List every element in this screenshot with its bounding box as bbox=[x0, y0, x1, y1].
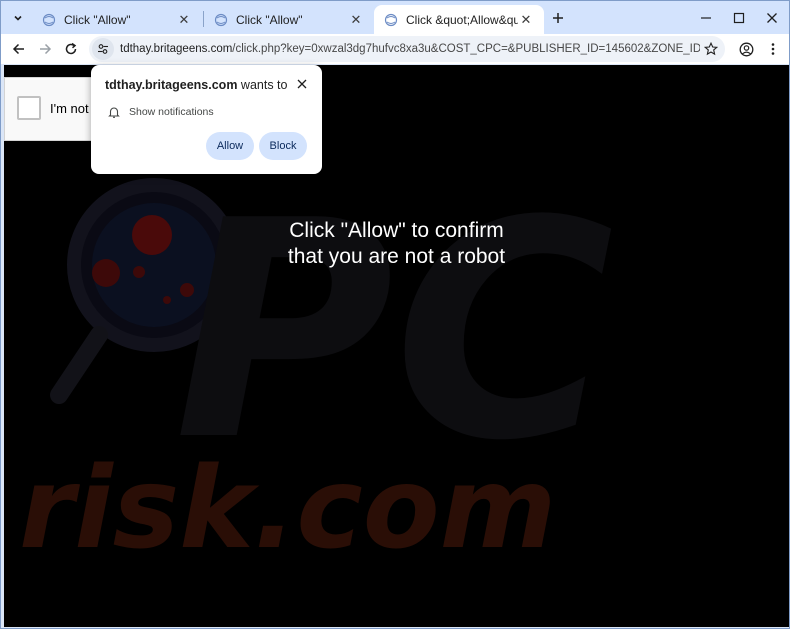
tune-icon bbox=[98, 44, 108, 54]
back-button[interactable] bbox=[9, 39, 29, 59]
tab-1[interactable]: Click "Allow" ✕ bbox=[32, 5, 202, 34]
page-headline: Click "Allow" to confirm that you are no… bbox=[4, 218, 789, 270]
profile-button[interactable] bbox=[736, 39, 756, 59]
globe-icon bbox=[384, 13, 398, 26]
menu-button[interactable] bbox=[763, 39, 783, 59]
permission-row: Show notifications bbox=[107, 105, 214, 119]
close-window-button[interactable] bbox=[761, 7, 783, 29]
tab-close-button[interactable]: ✕ bbox=[518, 12, 534, 28]
tab-3-active[interactable]: Click &quot;Allow&quot; ✕ bbox=[374, 5, 544, 34]
bell-icon bbox=[108, 107, 120, 118]
url-path: /click.php?key=0xwzal3dg7hufvc8xa3u&COST… bbox=[232, 43, 700, 55]
bookmark-button[interactable] bbox=[701, 39, 721, 59]
minimize-button[interactable] bbox=[695, 7, 717, 29]
tab-title: Click "Allow" bbox=[236, 12, 303, 27]
url-text: tdthay.britageens.com/click.php?key=0xwz… bbox=[120, 43, 700, 55]
popup-wants-to: wants to bbox=[237, 78, 288, 92]
popup-close-button[interactable] bbox=[294, 76, 310, 92]
plus-icon bbox=[553, 13, 563, 23]
headline-line-1: Click "Allow" to confirm bbox=[289, 219, 504, 242]
reload-button[interactable] bbox=[61, 39, 81, 59]
url-host: tdthay.britageens.com bbox=[120, 43, 233, 55]
headline-line-2: that you are not a robot bbox=[287, 245, 506, 268]
browser-window: Click "Allow" ✕ Click "Allow" ✕ Click &q… bbox=[0, 0, 790, 629]
tab-strip: Click "Allow" ✕ Click "Allow" ✕ Click &q… bbox=[1, 1, 789, 34]
new-tab-button[interactable] bbox=[549, 9, 567, 27]
close-icon bbox=[767, 13, 777, 23]
browser-toolbar: tdthay.britageens.com/click.php?key=0xwz… bbox=[1, 34, 789, 64]
tab-search-button[interactable] bbox=[8, 8, 28, 28]
globe-icon bbox=[214, 13, 228, 26]
address-bar[interactable]: tdthay.britageens.com/click.php?key=0xwz… bbox=[89, 36, 725, 62]
arrow-left-icon bbox=[12, 43, 24, 55]
arrow-right-icon bbox=[40, 43, 52, 55]
tab-close-button[interactable]: ✕ bbox=[176, 12, 192, 28]
star-icon bbox=[704, 42, 718, 56]
forward-button[interactable] bbox=[35, 39, 55, 59]
notification-permission-popup: tdthay.britageens.com wants to Show noti… bbox=[91, 65, 322, 174]
watermark-text: risk.com bbox=[19, 444, 556, 574]
account-icon bbox=[739, 42, 753, 56]
maximize-icon bbox=[733, 12, 745, 24]
more-vert-icon bbox=[771, 43, 775, 55]
popup-title: tdthay.britageens.com wants to bbox=[105, 78, 287, 92]
reload-icon bbox=[65, 42, 77, 55]
tab-title: Click "Allow" bbox=[64, 12, 131, 27]
tab-2[interactable]: Click "Allow" ✕ bbox=[204, 5, 374, 34]
block-button[interactable]: Block bbox=[259, 132, 307, 160]
captcha-checkbox[interactable] bbox=[17, 96, 41, 120]
chevron-down-icon bbox=[14, 15, 22, 21]
site-info-button[interactable] bbox=[92, 38, 114, 60]
allow-button[interactable]: Allow bbox=[206, 132, 254, 160]
maximize-button[interactable] bbox=[728, 7, 750, 29]
close-icon bbox=[297, 79, 307, 89]
permission-label: Show notifications bbox=[129, 106, 214, 118]
minimize-icon bbox=[701, 17, 711, 19]
tab-close-button[interactable]: ✕ bbox=[348, 12, 364, 28]
tab-title: Click &quot;Allow&quot; bbox=[406, 12, 518, 27]
popup-host: tdthay.britageens.com bbox=[105, 78, 238, 92]
globe-icon bbox=[42, 13, 56, 26]
